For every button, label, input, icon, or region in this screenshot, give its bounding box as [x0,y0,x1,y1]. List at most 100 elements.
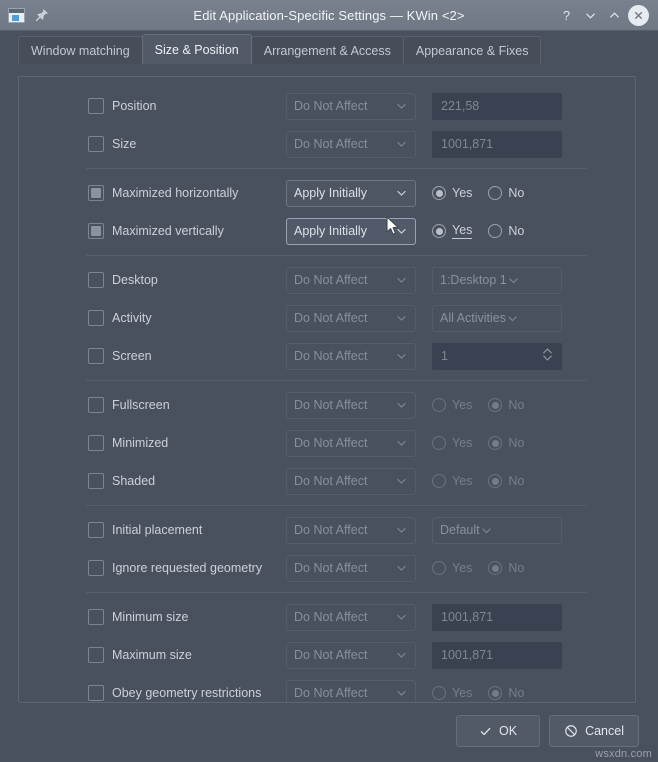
enable-checkbox-obey-geometry-restrictions[interactable]: Obey geometry restrictions [88,685,286,701]
enable-checkbox-screen[interactable]: Screen [88,348,286,364]
row-label: Minimized [112,436,168,450]
maximize-button[interactable] [604,5,625,26]
value-textfield[interactable]: 1001,871 [432,604,562,631]
radio-label-no: No [508,398,524,412]
radio-label-no: No [508,561,524,575]
settings-row: Obey geometry restrictionsDo Not AffectY… [19,674,635,703]
enable-checkbox-shaded[interactable]: Shaded [88,473,286,489]
chevron-down-icon [506,312,519,325]
radio-yes: Yes [432,398,472,412]
enable-checkbox-position[interactable]: Position [88,98,286,114]
radio-yes[interactable]: Yes [432,223,472,239]
pin-icon[interactable] [34,8,49,23]
radio-group: YesNo [432,436,562,450]
row-label: Maximized vertically [112,224,224,238]
rule-combobox: Do Not Affect [286,131,416,158]
radio-dot-no [488,224,502,238]
value-combobox[interactable]: Default [432,517,562,544]
radio-no: No [488,686,524,700]
enable-checkbox-maximized-vertically[interactable]: Maximized vertically [88,223,286,239]
radio-group: Yes No [432,561,562,575]
radio-no[interactable]: No [488,186,524,200]
help-button[interactable]: ? [556,5,577,26]
rule-combobox[interactable]: Apply Initially [286,180,416,207]
radio-dot-no [488,186,502,200]
settings-panel: PositionDo Not Affect221,58SizeDo Not Af… [18,76,636,703]
enable-checkbox-maximized-horizontally[interactable]: Maximized horizontally [88,185,286,201]
enable-checkbox-minimum-size[interactable]: Minimum size [88,609,286,625]
settings-row: DesktopDo Not Affect1:Desktop 1 [19,261,635,299]
value-textfield-value: 1001,871 [441,610,493,624]
chevron-down-icon [395,187,408,200]
section-separator [86,505,587,506]
radio-dot-yes [432,398,446,412]
rule-combobox-value: Do Not Affect [294,436,367,450]
enable-checkbox-desktop[interactable]: Desktop [88,272,286,288]
tab-bar: Window matchingSize & PositionArrangemen… [0,31,658,64]
minimize-button[interactable] [580,5,601,26]
enable-checkbox-initial-placement[interactable]: Initial placement [88,522,286,538]
value-combobox[interactable]: All Activities [432,305,562,332]
value-spinbox[interactable]: 1 [432,343,562,370]
ok-button-label: OK [499,724,517,738]
enable-checkbox-minimized[interactable]: Minimized [88,435,286,451]
section-separator [86,255,587,256]
rule-combobox-value: Apply Initially [294,224,367,238]
section-separator [86,168,587,169]
ok-button[interactable]: OK [456,715,540,747]
tab-size-position[interactable]: Size & Position [142,34,252,64]
enable-checkbox-maximum-size[interactable]: Maximum size [88,647,286,663]
checkbox-icon [88,310,104,326]
chevron-down-icon [395,100,408,113]
rule-combobox-value: Do Not Affect [294,474,367,488]
value-textfield[interactable]: 1001,871 [432,642,562,669]
chevron-down-icon [395,399,408,412]
size-position-form: PositionDo Not Affect221,58SizeDo Not Af… [19,77,635,703]
tab-window-matching[interactable]: Window matching [18,36,143,64]
radio-label-yes: Yes [452,474,472,488]
value-textfield[interactable]: 221,58 [432,93,562,120]
enable-checkbox-ignore-requested-geometry[interactable]: Ignore requested geometry [88,560,286,576]
dialog-button-bar: OK Cancel [0,712,658,750]
titlebar-buttons: ? [556,5,658,26]
row-label: Shaded [112,474,155,488]
radio-yes[interactable]: Yes [432,186,472,200]
enable-checkbox-fullscreen[interactable]: Fullscreen [88,397,286,413]
tab-appearance-fixes[interactable]: Appearance & Fixes [403,36,542,64]
close-button[interactable] [628,5,649,26]
chevron-down-icon [395,687,408,700]
radio-dot-no [488,398,502,412]
value-textfield-value: 221,58 [441,99,479,113]
radio-yes: Yes [432,561,472,575]
spinner-arrows-icon[interactable] [541,346,554,366]
chevron-down-icon [395,437,408,450]
enable-checkbox-size[interactable]: Size [88,136,286,152]
radio-dot-no [488,561,502,575]
tab-arrangement-access[interactable]: Arrangement & Access [251,36,404,64]
radio-group: Yes No [432,186,562,200]
check-icon [479,725,492,738]
radio-label-no: No [508,474,524,488]
cancel-button[interactable]: Cancel [549,715,639,747]
rule-combobox-value: Do Not Affect [294,686,367,700]
rule-combobox-value: Do Not Affect [294,349,367,363]
settings-row: Ignore requested geometryDo Not AffectYe… [19,549,635,587]
cancel-button-label: Cancel [585,724,624,738]
radio-dot-no [488,686,502,700]
enable-checkbox-activity[interactable]: Activity [88,310,286,326]
value-textfield[interactable]: 1001,871 [432,131,562,158]
rule-combobox[interactable]: Apply Initially [286,218,416,245]
rule-combobox-value: Do Not Affect [294,311,367,325]
settings-row: PositionDo Not Affect221,58 [19,87,635,125]
radio-label-yes: Yes [452,186,472,200]
checkbox-icon [88,522,104,538]
radio-no[interactable]: No [488,224,524,238]
settings-row: Activity Do Not Affect All Activities [19,299,635,337]
rule-combobox: Do Not Affect [286,517,416,544]
radio-no: No [488,436,524,450]
value-combobox[interactable]: 1:Desktop 1 [432,267,562,294]
settings-row: Maximum sizeDo Not Affect1001,871 [19,636,635,674]
settings-row: Minimized Do Not Affect YesNo [19,424,635,462]
radio-dot-yes [432,474,446,488]
checkbox-icon [88,272,104,288]
